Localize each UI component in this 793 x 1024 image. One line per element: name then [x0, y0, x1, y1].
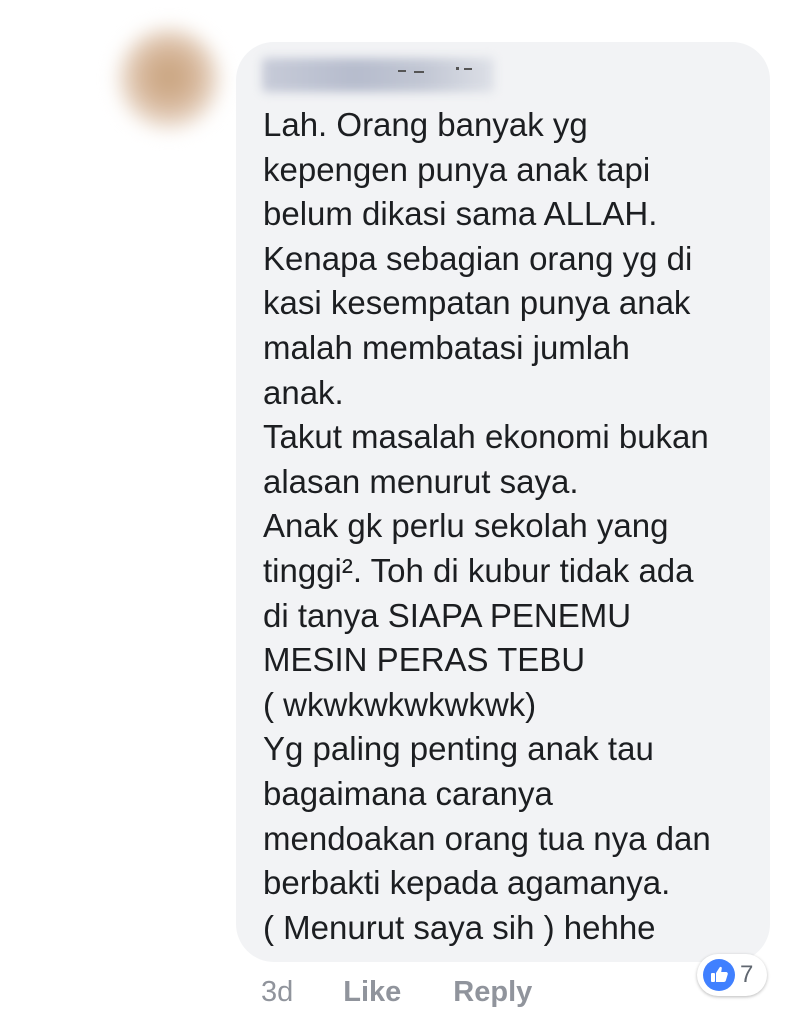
like-button[interactable]: Like: [343, 976, 401, 1009]
reaction-summary[interactable]: 7: [697, 954, 767, 996]
avatar[interactable]: [118, 28, 220, 130]
reaction-count: 7: [740, 961, 754, 988]
comment-text: Lah. Orang banyak yg kepengen punya anak…: [263, 106, 711, 946]
comment-actions: 3d Like Reply: [261, 972, 532, 1012]
timestamp[interactable]: 3d: [261, 976, 293, 1009]
reply-button[interactable]: Reply: [453, 976, 532, 1009]
redaction-marks: [398, 67, 472, 73]
thumbs-up-icon: [703, 959, 735, 991]
